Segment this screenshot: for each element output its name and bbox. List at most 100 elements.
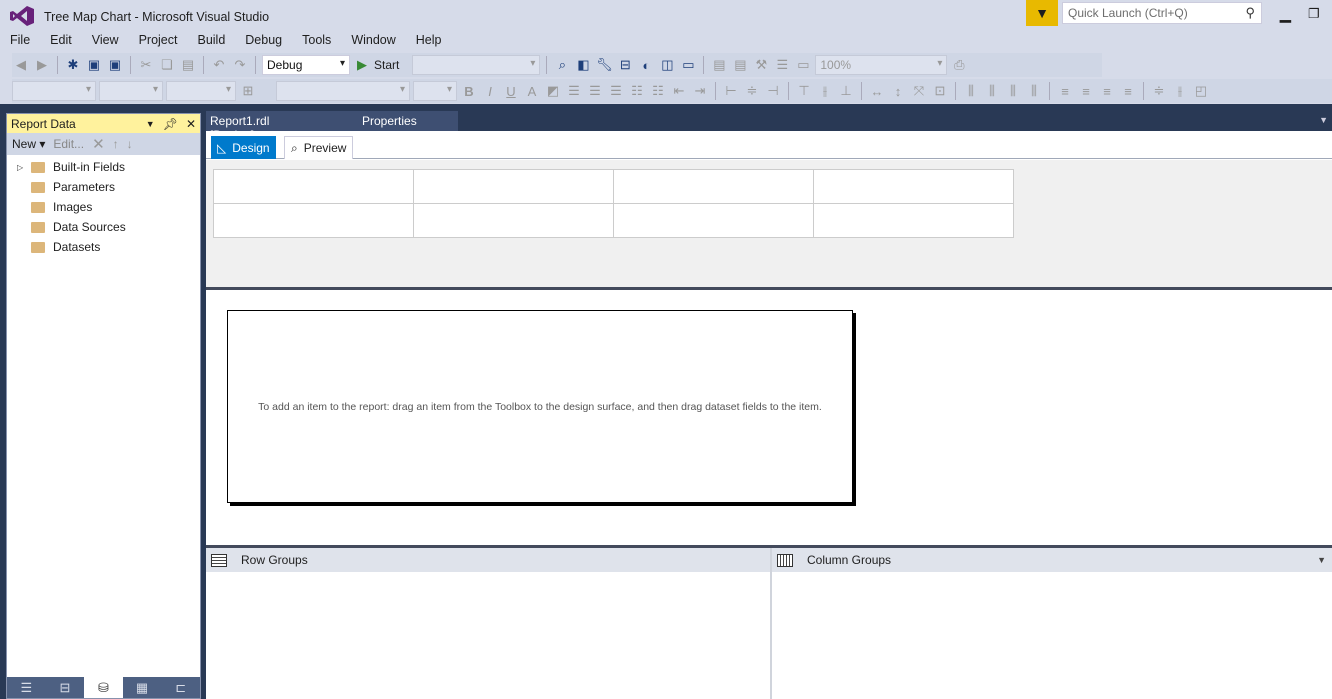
align-tops-icon[interactable]: ⊤ [795,82,813,100]
size-select[interactable] [166,81,236,101]
parameter-cell[interactable] [813,169,1014,204]
edit-button[interactable]: Edit... [53,137,84,151]
dropdown-icon[interactable]: ▼ [146,119,155,129]
browser-icon[interactable]: ◐ [637,56,655,74]
data-sources-tab-icon[interactable]: ▦ [123,677,162,698]
numbered-list-icon[interactable]: ☷ [628,82,646,100]
align-middles-icon[interactable]: ⫲ [816,82,834,100]
new-button[interactable]: New ▾ [12,137,45,151]
menu-build[interactable]: Build [187,31,235,51]
undo-icon[interactable]: ↶ [210,56,228,74]
tab-preview[interactable]: ⌕ Preview [284,136,354,159]
start-icon[interactable]: ▶ [353,56,371,74]
tree-item-parameters[interactable]: Parameters [7,177,200,197]
hspacing-decrease-icon[interactable]: ⫼ [1004,82,1022,100]
target-select[interactable] [412,55,541,75]
font-color-icon[interactable]: A [523,82,541,100]
move-down-icon[interactable]: ↓ [127,137,133,151]
document-outline-tab-icon[interactable]: ⊏ [161,677,200,698]
border-icon[interactable]: ⊞ [239,82,257,100]
indent-icon[interactable]: ⇥ [691,82,709,100]
parameter-cell[interactable] [413,203,614,238]
find-icon[interactable]: ⌕ [553,56,571,74]
close-icon[interactable]: ✕ [186,117,196,131]
expand-icon[interactable]: ▷ [17,163,27,172]
font-family-select[interactable] [276,81,410,101]
tab-report1-design[interactable]: Report1.rdl [Design]⊣✕ [206,111,358,142]
align-lefts-icon[interactable]: ⊢ [722,82,740,100]
tree-item-images[interactable]: Images [7,197,200,217]
same-width-icon[interactable]: ↔ [868,82,886,100]
tab-properties[interactable]: Properties [358,111,458,131]
parameter-cell[interactable] [613,169,814,204]
quick-launch-input[interactable]: Quick Launch (Ctrl+Q) ⚲ [1062,2,1262,24]
report-body[interactable]: To add an item to the report: drag an it… [227,310,853,503]
hspacing-remove-icon[interactable]: ⫼ [1025,82,1043,100]
menu-help[interactable]: Help [406,31,452,51]
menu-tools[interactable]: Tools [292,31,341,51]
copy-icon[interactable]: ❏ [158,56,176,74]
outdent-icon[interactable]: ⇤ [670,82,688,100]
center-horizontally-icon[interactable]: ≑ [1150,82,1168,100]
server-explorer-tab-icon[interactable]: ☰ [7,677,46,698]
tab-overflow-icon[interactable]: ▼ [1319,115,1328,125]
parameter-cell[interactable] [413,169,614,204]
splitter[interactable] [206,287,1332,290]
grouping-dropdown-icon[interactable]: ▼ [1317,555,1326,565]
move-up-icon[interactable]: ↑ [113,137,119,151]
page-icon[interactable]: ▤ [710,56,728,74]
bring-to-front-icon[interactable]: ◰ [1192,82,1210,100]
redo-icon[interactable]: ↷ [231,56,249,74]
pin-icon[interactable]: 📌︎ [163,117,178,131]
align-centers-icon[interactable]: ≑ [743,82,761,100]
vspacing-equal-icon[interactable]: ≡ [1056,82,1074,100]
toolbox-icon[interactable]: ⊟ [616,56,634,74]
project-icon[interactable]: ◧ [574,56,592,74]
align-bottoms-icon[interactable]: ⊥ [837,82,855,100]
page2-icon[interactable]: ▤ [731,56,749,74]
layout-icon[interactable]: ◫ [658,56,676,74]
bullet-list-icon[interactable]: ☷ [649,82,667,100]
wrench-icon[interactable]: 🔧︎ [595,56,613,74]
same-size-icon[interactable]: ⤧ [910,82,928,100]
ruler-icon[interactable]: ▭ [794,56,812,74]
italic-icon[interactable]: I [481,82,499,100]
fill-icon[interactable]: ◩ [544,82,562,100]
menu-edit[interactable]: Edit [40,31,82,51]
vspacing-increase-icon[interactable]: ≡ [1077,82,1095,100]
menu-file[interactable]: File [0,31,40,51]
menu-view[interactable]: View [82,31,129,51]
parameter-cell[interactable] [813,203,1014,238]
vspacing-decrease-icon[interactable]: ≡ [1098,82,1116,100]
align-right-icon[interactable]: ☰ [607,82,625,100]
size-to-grid-icon[interactable]: ⊡ [931,82,949,100]
underline-icon[interactable]: U [502,82,520,100]
report-data-tab-icon[interactable]: ⛁ [84,677,123,698]
configuration-select[interactable]: Debug [262,55,350,75]
parameter-cell[interactable] [213,169,414,204]
new-project-icon[interactable]: ✱ [64,56,82,74]
notification-filter-icon[interactable]: ▼ [1026,0,1058,26]
style-select[interactable] [12,81,96,101]
back-icon[interactable]: ◀ [12,56,30,74]
align-left-icon[interactable]: ☰ [565,82,583,100]
print-icon[interactable]: ⎙ [950,56,968,74]
cut-icon[interactable]: ✂ [137,56,155,74]
parameter-cell[interactable] [613,203,814,238]
font-select[interactable] [99,81,163,101]
menu-project[interactable]: Project [129,31,188,51]
tab-design[interactable]: ◺ Design [211,136,276,159]
forward-icon[interactable]: ▶ [33,56,51,74]
zoom-select[interactable]: 100% [815,55,948,75]
align-center-icon[interactable]: ☰ [586,82,604,100]
tree-item-data-sources[interactable]: Data Sources [7,217,200,237]
restore-button[interactable]: ❐ [1308,6,1320,22]
bold-icon[interactable]: B [460,82,478,100]
tree-item-built-in-fields[interactable]: ▷ Built-in Fields [7,157,200,177]
menu-window[interactable]: Window [341,31,405,51]
menu-debug[interactable]: Debug [235,31,292,51]
save-all-icon[interactable]: ▣ [106,56,124,74]
paste-icon[interactable]: ▤ [179,56,197,74]
same-height-icon[interactable]: ↕ [889,82,907,100]
tree-item-datasets[interactable]: Datasets [7,237,200,257]
